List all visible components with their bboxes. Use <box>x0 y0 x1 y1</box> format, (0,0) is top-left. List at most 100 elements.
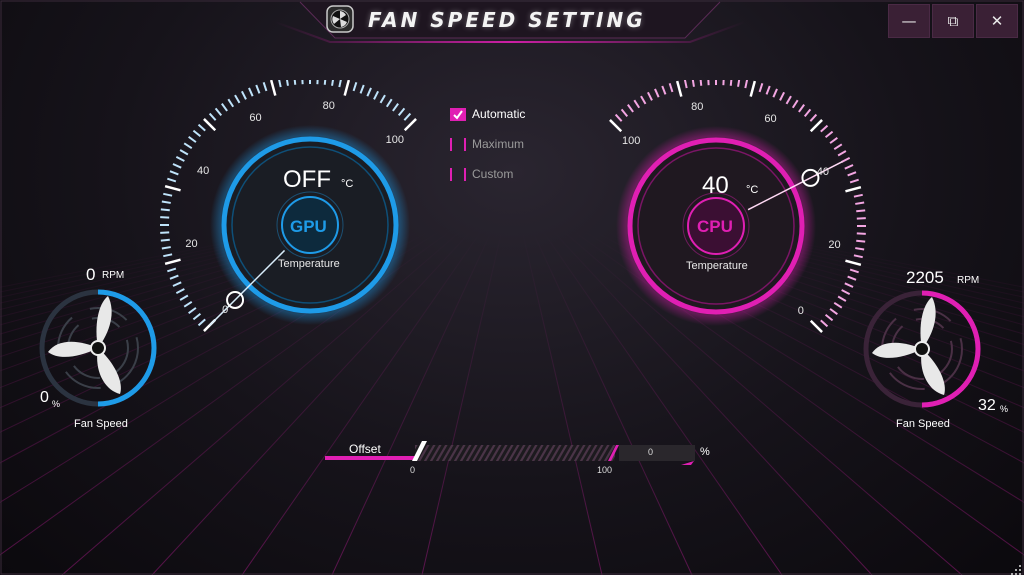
cpu-tick-mark <box>772 88 778 98</box>
gpu-tick-mark <box>160 208 170 212</box>
mode-custom-option[interactable]: Custom <box>450 167 513 181</box>
gpu-scale-label: 20 <box>185 237 198 250</box>
cpu-tick-mark <box>849 178 859 184</box>
gpu-tick-mark <box>203 118 217 132</box>
gpu-scale-label: 80 <box>322 100 335 113</box>
offset-min-label: 0 <box>410 465 416 475</box>
cpu-tick-mark <box>820 124 829 133</box>
gpu-tick-mark <box>403 112 412 121</box>
custom-checkbox[interactable] <box>450 167 466 181</box>
gpu-tick-mark <box>385 98 393 108</box>
cpu-tick-mark <box>824 313 834 322</box>
cpu-scale-label: 100 <box>621 135 641 148</box>
gpu-tick-mark <box>188 136 197 143</box>
cpu-tick-mark <box>820 319 829 328</box>
cpu-tick-mark <box>627 104 634 113</box>
gpu-tick-mark <box>227 98 235 108</box>
gpu-tick-mark <box>175 156 185 162</box>
cpu-tick-mark <box>779 91 785 101</box>
gpu-tick-mark <box>164 258 181 266</box>
cpu-fan-speed-value: 32 <box>978 397 996 414</box>
gpu-tick-mark <box>197 318 206 327</box>
cpu-tick-mark <box>809 319 823 333</box>
gpu-tick-mark <box>161 246 171 250</box>
automatic-checkbox[interactable] <box>450 107 466 121</box>
gpu-fan-speed-label: Fan Speed <box>74 418 128 430</box>
gpu-temperature-unit: °C <box>341 178 354 190</box>
gpu-scale-label: 40 <box>196 164 210 177</box>
cpu-tick-mark <box>620 108 629 118</box>
cpu-tick-mark <box>847 171 857 177</box>
gpu-tick-mark <box>172 281 182 287</box>
custom-label: Custom <box>472 167 514 181</box>
gpu-tick-mark <box>167 267 177 273</box>
gpu-tick-mark <box>338 80 342 88</box>
gpu-tick-mark <box>172 163 182 169</box>
cpu-tick-mark <box>847 275 857 281</box>
cpu-tick-mark <box>829 137 838 144</box>
maximum-label: Maximum <box>472 137 525 151</box>
cpu-scale-label: 40 <box>816 165 830 178</box>
gpu-tick-mark <box>214 107 223 117</box>
cpu-tick-mark <box>853 254 863 259</box>
cpu-tick-mark <box>844 164 854 170</box>
cpu-tick-mark <box>737 80 741 87</box>
cpu-tick-mark <box>744 80 749 89</box>
gpu-tick-mark <box>359 84 365 94</box>
cpu-tick-mark <box>824 130 834 139</box>
gpu-tick-mark <box>397 107 406 117</box>
close-button[interactable]: ✕ <box>976 4 1018 38</box>
gpu-tick-mark <box>175 288 185 294</box>
cpu-temperature-unit: °C <box>746 184 759 196</box>
gpu-tick-mark <box>331 80 334 86</box>
cpu-tick-mark <box>845 259 862 267</box>
cpu-fan-speed-label: Fan Speed <box>896 418 950 430</box>
minimize-button[interactable]: — <box>888 4 930 38</box>
automatic-label: Automatic <box>472 107 526 121</box>
gpu-scale-label: 100 <box>385 134 405 147</box>
gpu-scale-label: 60 <box>249 112 262 125</box>
gpu-tick-mark <box>161 200 171 204</box>
mode-automatic-option[interactable]: Automatic <box>450 107 525 121</box>
gpu-tick-mark <box>208 112 217 121</box>
gpu-tick-mark <box>183 300 193 308</box>
cpu-tick-mark <box>845 185 862 193</box>
cpu-tick-mark <box>691 80 695 87</box>
gpu-tick-mark <box>179 149 189 156</box>
gpu-tick-mark <box>269 80 277 96</box>
gpu-fan-rpm-unit: RPM <box>102 270 125 281</box>
offset-value[interactable]: 0 <box>648 447 653 457</box>
cpu-tick-mark <box>758 83 764 93</box>
cpu-tick-mark <box>765 85 771 95</box>
gpu-tick-mark <box>352 82 358 92</box>
gpu-tick-mark <box>241 90 247 100</box>
gpu-tick-mark <box>167 177 177 183</box>
cpu-scale-label: 60 <box>764 113 777 126</box>
fan-speed-window: FAN SPEED SETTING — ⧉ ✕ Automatic Maximu… <box>0 0 1024 575</box>
gpu-tick-mark <box>373 90 379 100</box>
cpu-tick-mark <box>633 99 641 109</box>
gpu-tick-mark <box>160 238 170 242</box>
offset-label: Offset <box>349 442 381 456</box>
gpu-tick-mark <box>392 103 399 112</box>
gpu-tick-mark <box>286 80 289 86</box>
gpu-tick-mark <box>255 84 261 94</box>
cpu-tick-mark <box>668 83 674 93</box>
gpu-tick-mark <box>163 192 173 197</box>
gpu-tick-mark <box>221 103 228 112</box>
maximize-button[interactable]: ⧉ <box>932 4 974 38</box>
cpu-tick-mark <box>829 308 838 315</box>
cpu-tick-mark <box>809 113 818 122</box>
maximum-checkbox[interactable] <box>450 137 466 151</box>
gpu-fan-rpm-value: 0 <box>86 265 96 284</box>
gpu-tick-mark <box>192 312 202 321</box>
gpu-scale-label: 0 <box>222 303 229 316</box>
cpu-tick-mark <box>683 80 688 89</box>
gpu-tick-mark <box>169 170 179 176</box>
gpu-tick-mark <box>169 274 179 280</box>
resize-grip-icon[interactable] <box>1010 561 1022 575</box>
cpu-tick-mark <box>729 80 733 86</box>
cpu-tick-mark <box>798 104 805 113</box>
window-title: FAN SPEED SETTING <box>368 8 646 32</box>
mode-maximum-option[interactable]: Maximum <box>450 137 524 151</box>
